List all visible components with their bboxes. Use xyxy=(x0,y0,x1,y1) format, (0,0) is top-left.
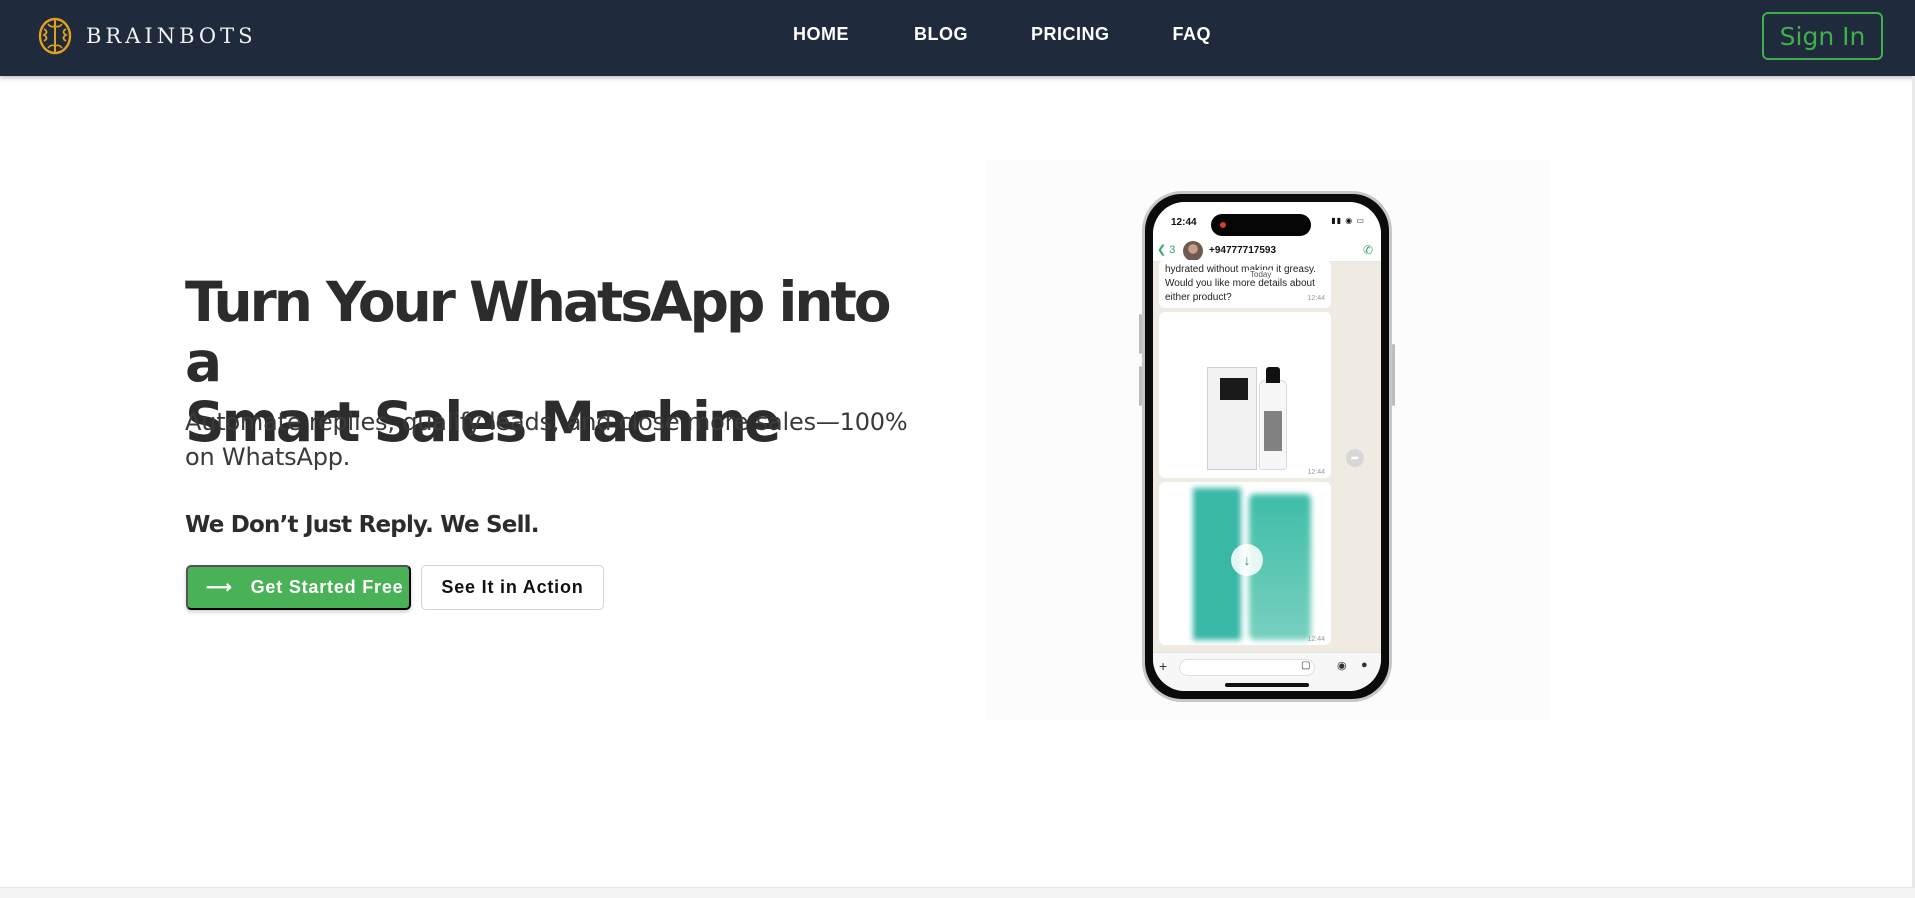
nav-blog-link[interactable]: BLOG xyxy=(914,24,968,45)
message-text: hydrated without making it greasy. Would… xyxy=(1165,264,1317,303)
contact-avatar xyxy=(1183,241,1203,261)
bottle-cap xyxy=(1266,367,1280,383)
phone-side-button xyxy=(1139,314,1142,354)
nav-faq-link[interactable]: FAQ xyxy=(1173,24,1212,45)
message-bubble: hydrated without making it greasy. Would… xyxy=(1159,260,1331,308)
phone-power-button xyxy=(1392,344,1395,406)
phone-side-button xyxy=(1139,366,1142,406)
phone-screen: 12:44 ▮▮ ◉ ▭ ❮ 3 +94777717593 ✆ hydrated… xyxy=(1153,202,1381,691)
sign-in-button[interactable]: Sign In xyxy=(1762,12,1883,60)
nav-home-link[interactable]: HOME xyxy=(793,24,849,45)
date-chip: Today xyxy=(1247,270,1275,279)
product-box-label xyxy=(1220,378,1248,400)
brain-logo-icon xyxy=(38,17,72,55)
message-input[interactable] xyxy=(1179,659,1315,676)
plus-icon[interactable]: + xyxy=(1159,658,1167,674)
see-it-in-action-button[interactable]: See It in Action xyxy=(421,565,604,610)
mic-icon[interactable]: ● xyxy=(1361,659,1368,671)
chat-header: ❮ 3 +94777717593 ✆ xyxy=(1153,240,1381,262)
bottle-label xyxy=(1264,411,1282,451)
status-time: 12:44 xyxy=(1171,217,1197,228)
download-icon[interactable]: ↓ xyxy=(1231,544,1263,576)
top-navbar: BRAINBOTS HOME BLOG PRICING FAQ Sign In xyxy=(0,0,1915,76)
brand-logo[interactable]: BRAINBOTS xyxy=(38,17,257,55)
phone-mockup: 12:44 ▮▮ ◉ ▭ ❮ 3 +94777717593 ✆ hydrated… xyxy=(1139,191,1395,702)
chevron-left-icon[interactable]: ❮ 3 xyxy=(1157,243,1175,256)
main-menu: HOME BLOG PRICING FAQ xyxy=(793,24,1211,45)
message-time: 12:44 xyxy=(1307,295,1325,302)
sticker-icon[interactable]: ▢ xyxy=(1301,660,1310,671)
hero-tagline: We Don’t Just Reply. We Sell. xyxy=(185,512,540,538)
dynamic-island xyxy=(1211,214,1311,236)
phone-call-icon[interactable]: ✆ xyxy=(1363,243,1373,257)
hero-title-line-1: Turn Your WhatsApp into a xyxy=(185,270,892,394)
image-time: 12:44 xyxy=(1307,469,1325,476)
nav-pricing-link[interactable]: PRICING xyxy=(1031,24,1110,45)
forward-icon[interactable]: ➦ xyxy=(1346,449,1364,467)
signal-wifi-battery-icon: ▮▮ ◉ ▭ xyxy=(1331,216,1365,225)
arrow-right-icon: ⟶ xyxy=(206,577,233,597)
product-box xyxy=(1207,367,1257,470)
section-divider xyxy=(0,887,1915,898)
chat-messages: hydrated without making it greasy. Would… xyxy=(1153,260,1381,652)
get-started-label: Get Started Free xyxy=(250,577,404,597)
hero-subtitle: Automate replies, qualify leads, and clo… xyxy=(185,408,908,471)
camera-icon[interactable]: ◉ xyxy=(1337,659,1347,672)
image-time: 12:44 xyxy=(1307,636,1325,643)
camera-dot xyxy=(1220,222,1226,228)
unread-count: 3 xyxy=(1169,244,1176,256)
contact-number: +94777717593 xyxy=(1209,245,1277,256)
get-started-button[interactable]: ⟶ Get Started Free xyxy=(186,565,411,610)
brand-name: BRAINBOTS xyxy=(86,24,257,48)
product-bottle xyxy=(1259,367,1287,470)
blurred-image-message[interactable]: ↓ 12:44 xyxy=(1159,482,1331,645)
home-indicator xyxy=(1225,683,1309,687)
product-image-message[interactable]: 12:44 xyxy=(1159,312,1331,478)
